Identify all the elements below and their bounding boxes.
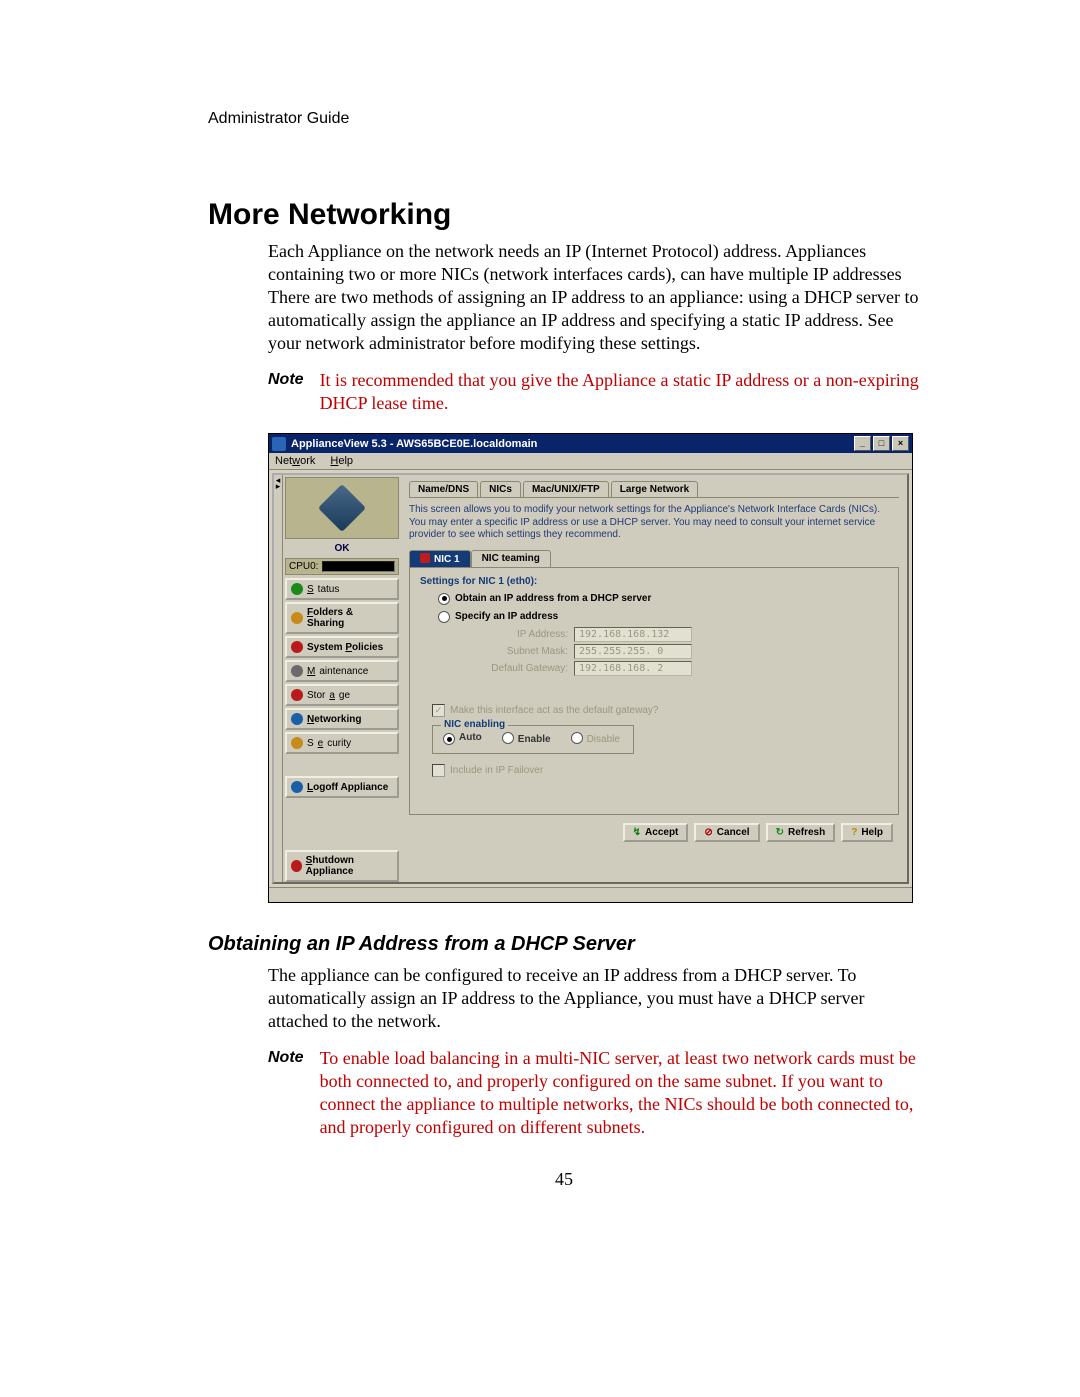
menu-help[interactable]: Help	[330, 455, 353, 467]
failover-checkbox-label: Include in IP Failover	[450, 765, 543, 776]
radio-enable[interactable]	[502, 732, 514, 744]
main-tab-row: Name/DNS NICs Mac/UNIX/FTP Large Network	[409, 481, 899, 498]
window-title: ApplianceView 5.3 - AWS65BCE0E.localdoma…	[291, 438, 537, 450]
tab-nics[interactable]: NICs	[480, 481, 521, 497]
menu-bar: Network Help	[269, 453, 912, 470]
radio-static-row[interactable]: Specify an IP address	[438, 611, 888, 623]
failover-checkbox-row[interactable]: Include in IP Failover	[432, 764, 888, 777]
note-block-2: Note To enable load balancing in a multi…	[268, 1047, 920, 1139]
refresh-icon: ↻	[776, 827, 784, 838]
intro-paragraph: Each Appliance on the network needs an I…	[268, 240, 920, 355]
disk-icon	[291, 689, 303, 701]
nav-folders[interactable]: Folders & Sharing	[285, 602, 399, 634]
radio-dhcp[interactable]	[438, 593, 450, 605]
nic-enabling-legend: NIC enabling	[441, 719, 508, 730]
check-icon	[291, 583, 303, 595]
logoff-icon	[291, 781, 303, 793]
radio-dhcp-label: Obtain an IP address from a DHCP server	[455, 593, 651, 604]
radio-static-label: Specify an IP address	[455, 611, 558, 622]
help-icon: ?	[851, 827, 857, 838]
menu-network[interactable]: Network	[275, 455, 315, 467]
failover-checkbox[interactable]	[432, 764, 445, 777]
refresh-button[interactable]: ↻Refresh	[766, 823, 836, 842]
right-pane: Name/DNS NICs Mac/UNIX/FTP Large Network…	[401, 475, 907, 882]
cpu-bar	[322, 561, 395, 572]
subnet-mask-label: Subnet Mask:	[466, 646, 568, 657]
window-titlebar[interactable]: ApplianceView 5.3 - AWS65BCE0E.localdoma…	[269, 434, 912, 453]
note-label: Note	[268, 1047, 304, 1067]
default-gateway-checkbox-row[interactable]: ✓ Make this interface act as the default…	[432, 704, 888, 717]
power-icon	[291, 860, 302, 872]
ip-fields: IP Address: 192.168.168.132 Subnet Mask:…	[466, 627, 888, 676]
default-gateway-checkbox[interactable]: ✓	[432, 704, 445, 717]
tab-mac-unix-ftp[interactable]: Mac/UNIX/FTP	[523, 481, 609, 497]
action-button-row: ↯Accept ⊘Cancel ↻Refresh ?Help	[409, 815, 899, 850]
shield-icon	[291, 737, 303, 749]
app-icon	[272, 437, 286, 451]
window-statusbar	[269, 887, 912, 902]
tab-description: This screen allows you to modify your ne…	[409, 504, 899, 542]
note-text: It is recommended that you give the Appl…	[320, 369, 920, 415]
radio-auto[interactable]	[443, 733, 455, 745]
cpu-label: CPU0:	[289, 561, 318, 572]
note-text: To enable load balancing in a multi-NIC …	[320, 1047, 920, 1139]
dhcp-paragraph: The appliance can be configured to recei…	[268, 964, 920, 1033]
default-gateway-checkbox-label: Make this interface act as the default g…	[450, 705, 658, 716]
accept-icon: ↯	[633, 827, 641, 838]
settings-title: Settings for NIC 1 (eth0):	[420, 576, 888, 587]
logo-diamond-icon	[318, 484, 366, 532]
nav-policies[interactable]: System Policies	[285, 636, 399, 658]
nic-settings-panel: Settings for NIC 1 (eth0): Obtain an IP …	[409, 567, 899, 815]
subsection-heading: Obtaining an IP Address from a DHCP Serv…	[208, 933, 920, 956]
cpu-meter: CPU0:	[285, 558, 399, 575]
nav-shutdown[interactable]: Shutdown Appliance	[285, 850, 399, 882]
nav-networking[interactable]: Networking	[285, 708, 399, 730]
accept-button[interactable]: ↯Accept	[623, 823, 689, 842]
nav-security[interactable]: Security	[285, 732, 399, 754]
tab-name-dns[interactable]: Name/DNS	[409, 481, 478, 497]
note-label: Note	[268, 369, 304, 389]
nav-list: Status Folders & Sharing System Policies…	[285, 578, 399, 882]
nav-logoff[interactable]: Logoff Appliance	[285, 776, 399, 798]
default-gateway-label: Default Gateway:	[466, 663, 568, 674]
left-pane: OK CPU0: Status Folders & Sharing System…	[283, 475, 401, 882]
subtab-nic1[interactable]: NIC 1	[409, 550, 471, 567]
page-number: 45	[208, 1169, 920, 1190]
cancel-icon: ⊘	[704, 827, 712, 838]
tab-large-network[interactable]: Large Network	[611, 481, 698, 497]
screenshot-window: ApplianceView 5.3 - AWS65BCE0E.localdoma…	[268, 433, 913, 903]
status-ok: OK	[283, 541, 401, 558]
sub-tab-row: NIC 1 NIC teaming	[409, 550, 899, 567]
ip-address-label: IP Address:	[466, 629, 568, 640]
folder-icon	[291, 612, 303, 624]
subnet-mask-input[interactable]: 255.255.255. 0	[574, 644, 692, 659]
radio-disable-row[interactable]: Disable	[571, 732, 620, 746]
network-icon	[291, 713, 303, 725]
cancel-button[interactable]: ⊘Cancel	[694, 823, 759, 842]
minimize-button[interactable]: _	[854, 436, 871, 451]
page-header: Administrator Guide	[208, 110, 920, 128]
nic-enabling-fieldset: NIC enabling Auto Enable Disable	[432, 725, 634, 755]
default-gateway-input[interactable]: 192.168.168. 2	[574, 661, 692, 676]
subtab-nic-teaming[interactable]: NIC teaming	[471, 550, 551, 567]
radio-static[interactable]	[438, 611, 450, 623]
nav-status[interactable]: Status	[285, 578, 399, 600]
maximize-button[interactable]: □	[873, 436, 890, 451]
radio-dhcp-row[interactable]: Obtain an IP address from a DHCP server	[438, 593, 888, 605]
alert-icon	[291, 641, 303, 653]
help-button[interactable]: ?Help	[841, 823, 893, 842]
appliance-logo	[285, 477, 399, 539]
gear-icon	[291, 665, 303, 677]
note-block-1: Note It is recommended that you give the…	[268, 369, 920, 415]
radio-auto-row[interactable]: Auto	[443, 732, 482, 746]
nav-storage[interactable]: Storage	[285, 684, 399, 706]
radio-disable[interactable]	[571, 732, 583, 744]
section-heading: More Networking	[208, 198, 920, 232]
splitter-handle[interactable]: ◂▸	[274, 475, 283, 882]
radio-enable-row[interactable]: Enable	[502, 732, 551, 746]
nic-icon	[420, 553, 430, 563]
ip-address-input[interactable]: 192.168.168.132	[574, 627, 692, 642]
close-button[interactable]: ×	[892, 436, 909, 451]
nav-maintenance[interactable]: Maintenance	[285, 660, 399, 682]
